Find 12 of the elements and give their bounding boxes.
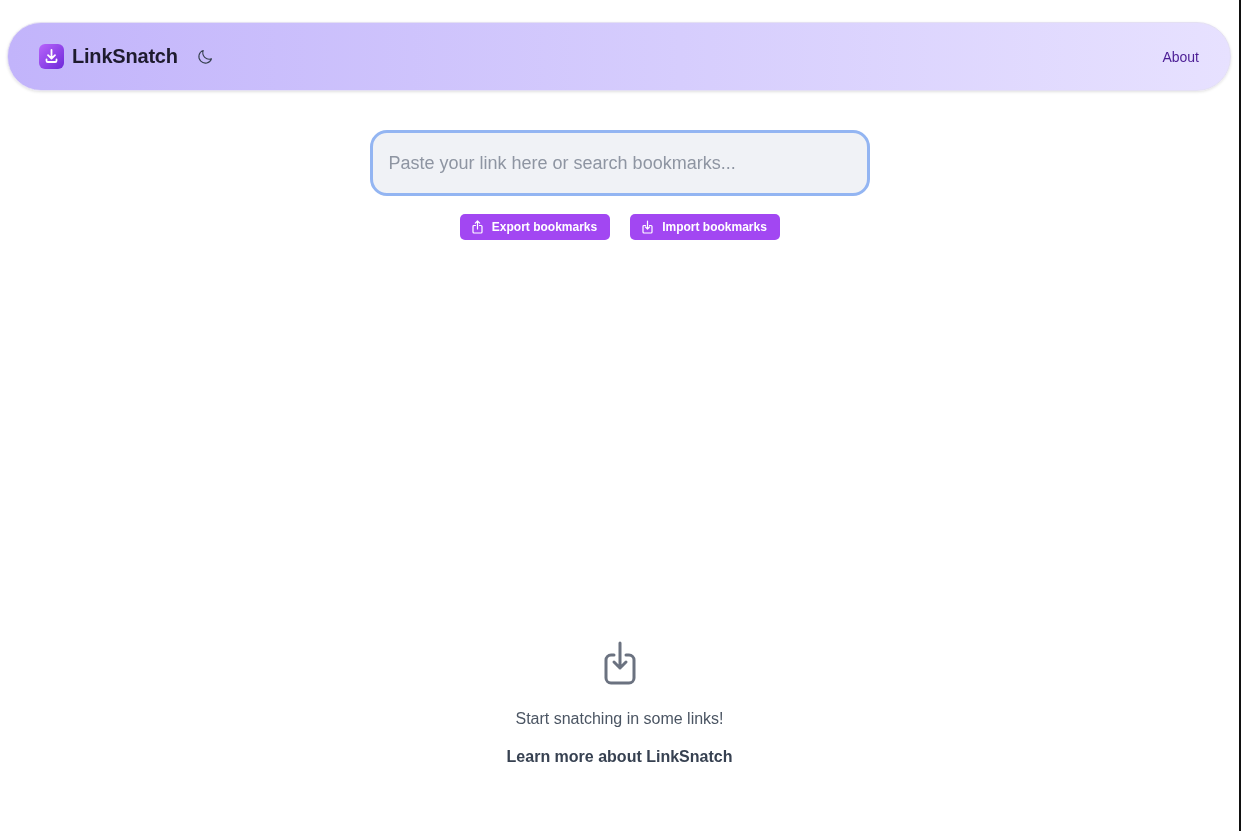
download-icon — [642, 220, 654, 234]
import-button[interactable]: Import bookmarks — [629, 214, 780, 240]
learn-more-link[interactable]: Learn more about LinkSnatch — [506, 748, 733, 766]
export-button[interactable]: Export bookmarks — [459, 214, 610, 240]
empty-message: Start snatching in some links! — [515, 710, 724, 728]
about-link[interactable]: About — [1162, 48, 1199, 65]
moon-icon[interactable] — [196, 48, 214, 65]
download-tray-icon — [603, 641, 636, 685]
logo-icon — [39, 44, 64, 69]
app-title: LinkSnatch — [72, 45, 178, 68]
search-field[interactable]: Paste your link here or search bookmarks... — [369, 130, 870, 196]
upload-icon — [471, 220, 483, 234]
